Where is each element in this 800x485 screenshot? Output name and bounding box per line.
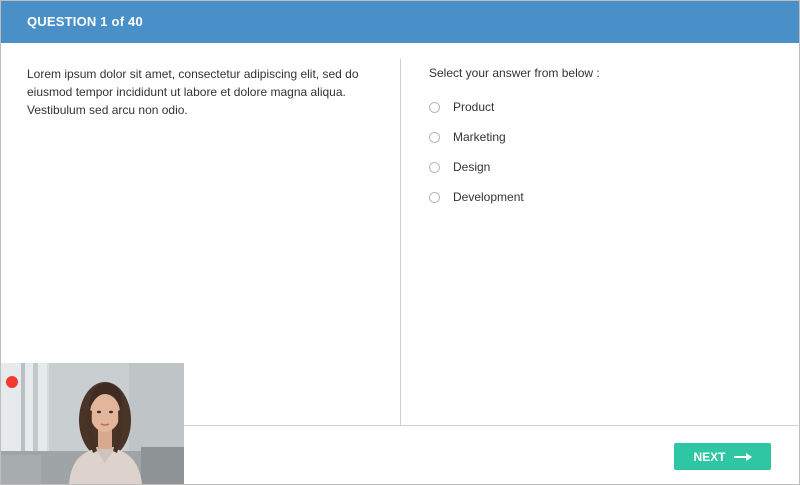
option-label: Development	[453, 190, 524, 204]
footer-divider	[184, 425, 800, 426]
next-label: NEXT	[693, 449, 726, 464]
webcam-preview	[1, 363, 184, 484]
option-product[interactable]: Product	[429, 92, 524, 122]
radio-button[interactable]	[429, 101, 440, 113]
column-divider	[400, 59, 401, 425]
radio-button[interactable]	[429, 191, 440, 203]
arrow-right-icon	[733, 452, 752, 461]
radio-button[interactable]	[429, 131, 440, 143]
recording-indicator-icon	[6, 376, 18, 388]
option-label: Marketing	[453, 130, 506, 144]
option-label: Design	[453, 160, 491, 174]
answer-options: Product Marketing Design Development	[429, 92, 524, 212]
radio-button[interactable]	[429, 161, 440, 173]
option-marketing[interactable]: Marketing	[429, 122, 524, 152]
header-bar: QUESTION 1 of 40	[1, 1, 799, 43]
next-button[interactable]: NEXT	[674, 443, 771, 470]
answer-prompt: Select your answer from below :	[429, 66, 600, 80]
question-text: Lorem ipsum dolor sit amet, consectetur …	[27, 67, 359, 117]
option-development[interactable]: Development	[429, 182, 524, 212]
option-design[interactable]: Design	[429, 152, 524, 182]
option-label: Product	[453, 100, 495, 114]
webcam-video-frame	[1, 363, 184, 484]
question-counter: QUESTION 1 of 40	[27, 14, 143, 29]
